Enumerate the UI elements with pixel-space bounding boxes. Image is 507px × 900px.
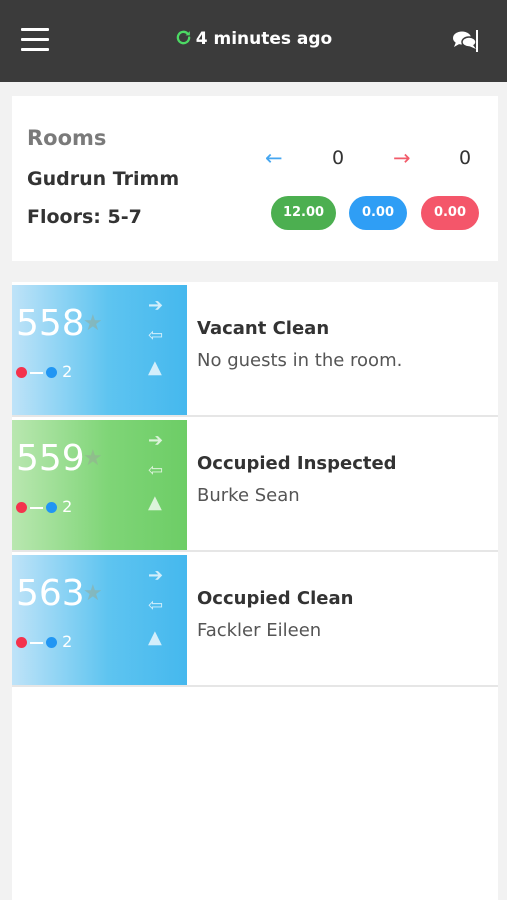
room-dots: 2 (16, 497, 72, 516)
departure-arrow-icon: ⇦ (148, 325, 164, 346)
room-dots: 2 (16, 632, 72, 651)
warning-icon: ▲ (148, 627, 162, 648)
blue-dot-icon (46, 637, 57, 648)
room-dots: 2 (16, 362, 72, 381)
room-status-panel: 559 ★ ➔ ⇦ ▲ 2 (12, 420, 187, 550)
room-info: Occupied Clean Fackler Eileen (197, 588, 353, 641)
floors-label: Floors: 5-7 (27, 206, 142, 228)
arrival-arrow-icon: ➔ (148, 565, 164, 586)
warning-icon: ▲ (148, 357, 162, 378)
arrival-arrow-icon: ➔ (148, 295, 164, 316)
room-status: Occupied Clean (197, 588, 354, 609)
summary-title: Rooms (27, 126, 107, 150)
arrow-right-icon: → (393, 146, 411, 170)
departures-count: 0 (459, 147, 472, 169)
summary-card: Rooms Gudrun Trimm Floors: 5-7 ← 0 → 0 1… (12, 96, 498, 261)
room-info: Vacant Clean No guests in the room. (197, 318, 402, 371)
credits-red-badge[interactable]: 0.00 (421, 196, 479, 230)
room-row[interactable]: 559 ★ ➔ ⇦ ▲ 2 Occupied Inspected Burke S… (12, 417, 498, 552)
room-detail: Fackler Eileen (197, 620, 322, 641)
credits-blue-badge[interactable]: 0.00 (349, 196, 407, 230)
room-status: Vacant Clean (197, 318, 330, 339)
credits-green-badge[interactable]: 12.00 (271, 196, 336, 230)
arrival-arrow-icon: ➔ (148, 430, 164, 451)
header-separator (476, 30, 478, 52)
warning-icon: ▲ (148, 492, 162, 513)
red-dot-icon (16, 502, 27, 513)
room-status-panel: 558 ★ ➔ ⇦ ▲ 2 (12, 285, 187, 415)
blue-dot-icon (46, 502, 57, 513)
room-status-panel: 563 ★ ➔ ⇦ ▲ 2 (12, 555, 187, 685)
sync-text: 4 minutes ago (195, 29, 333, 49)
star-icon[interactable]: ★ (83, 446, 103, 471)
dots-count: 2 (62, 497, 73, 516)
star-icon[interactable]: ★ (83, 311, 103, 336)
sync-status[interactable]: 4 minutes ago (0, 29, 507, 49)
top-bar: 4 minutes ago (0, 0, 507, 82)
arrow-left-icon: ← (265, 146, 283, 170)
blue-dot-icon (46, 367, 57, 378)
room-number: 563 (16, 573, 85, 614)
departure-arrow-icon: ⇦ (148, 460, 164, 481)
chat-bubbles-icon[interactable] (453, 30, 477, 54)
room-list: 558 ★ ➔ ⇦ ▲ 2 Vacant Clean No guests in … (12, 282, 498, 900)
room-number: 559 (16, 438, 85, 479)
room-row[interactable]: 558 ★ ➔ ⇦ ▲ 2 Vacant Clean No guests in … (12, 282, 498, 417)
room-info: Occupied Inspected Burke Sean (197, 453, 397, 506)
room-detail: No guests in the room. (197, 350, 403, 371)
room-number: 558 (16, 303, 85, 344)
dots-count: 2 (62, 362, 73, 381)
dots-count: 2 (62, 632, 73, 651)
refresh-icon (175, 29, 192, 49)
red-dot-icon (16, 637, 27, 648)
room-row[interactable]: 563 ★ ➔ ⇦ ▲ 2 Occupied Clean Fackler Eil… (12, 552, 498, 687)
arrivals-count: 0 (332, 147, 345, 169)
star-icon[interactable]: ★ (83, 581, 103, 606)
room-detail: Burke Sean (197, 485, 300, 506)
departure-arrow-icon: ⇦ (148, 595, 164, 616)
room-status: Occupied Inspected (197, 453, 397, 474)
attendant-name: Gudrun Trimm (27, 168, 180, 190)
red-dot-icon (16, 367, 27, 378)
